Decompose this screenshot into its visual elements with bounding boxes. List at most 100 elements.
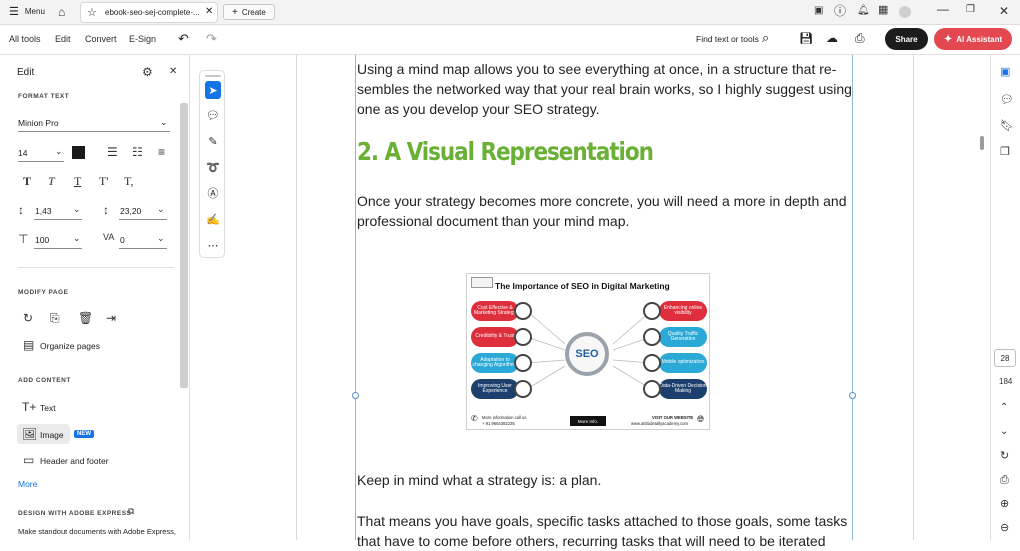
bold-icon[interactable]: T (23, 175, 31, 187)
pages-icon[interactable]: ❐ (1000, 147, 1010, 158)
line-spacing-value[interactable]: 1,43 (35, 206, 52, 216)
ai-assistant-button[interactable]: ✦ AI Assistant (934, 28, 1012, 50)
zoom-in-icon[interactable]: ⊕ (1000, 499, 1009, 510)
chevron-down-icon[interactable]: ⌄ (73, 234, 81, 243)
close-icon[interactable]: ✕ (169, 67, 177, 77)
page-export-icon[interactable]: ⎙ (1000, 475, 1009, 486)
edit-panel-icon[interactable]: ▣ (1000, 67, 1010, 78)
document-tab[interactable]: ☆ ebook-seo-sej-complete-... ✕ (80, 2, 218, 23)
header-footer-item[interactable]: Header and footer (40, 456, 109, 466)
refresh-icon[interactable]: ↻ (1000, 451, 1009, 462)
close-tab-icon[interactable]: ✕ (205, 6, 213, 17)
icon-circle (643, 354, 661, 372)
avatar[interactable] (899, 6, 911, 18)
comment-tool-icon[interactable]: 💬︎ (205, 107, 221, 123)
more-tools-icon[interactable]: ⋯ (205, 237, 221, 253)
create-button[interactable]: + Create (223, 4, 275, 20)
panel-scrollbar[interactable] (180, 103, 188, 388)
redo-icon[interactable]: ↷ (206, 31, 217, 47)
pen-tool-icon[interactable]: ✎ (205, 133, 221, 149)
external-link-icon[interactable]: ⧉ (128, 507, 134, 516)
star-icon[interactable]: ☆ (87, 6, 97, 19)
insert-page-icon[interactable]: ⎘ (50, 312, 60, 324)
new-badge: NEW (74, 430, 94, 438)
align-icon[interactable]: ≡ (158, 146, 165, 158)
section-heading[interactable]: 2. A Visual Representation (357, 137, 654, 166)
chevron-down-icon[interactable]: ⌄ (73, 205, 81, 214)
delete-icon[interactable]: 🗑︎ (78, 312, 93, 324)
apps-icon[interactable]: ▦ (878, 5, 888, 16)
undo-icon[interactable]: ↶ (178, 31, 189, 47)
footer-website-label: VISIT OUR WEBSITE (652, 415, 694, 420)
current-page-input[interactable]: 28 (994, 349, 1016, 367)
share-button[interactable]: Share (885, 28, 928, 50)
settings-icon[interactable]: ⚙ (142, 66, 153, 78)
next-page-icon[interactable]: ⌄ (1000, 427, 1008, 437)
restore-icon[interactable]: ❐ (966, 5, 975, 15)
share-label: Share (895, 34, 918, 44)
print-icon[interactable]: ⎙ (855, 31, 865, 46)
paragraph-strategy[interactable]: Once your strategy becomes more concrete… (357, 191, 857, 231)
rotate-icon[interactable]: ↻ (23, 312, 33, 324)
menu-button[interactable]: ☰ Menu (9, 5, 45, 18)
font-size-select[interactable]: 14 (18, 148, 27, 158)
globe-icon: 🌐︎ (697, 414, 705, 424)
sign-tool-icon[interactable]: ✍ (205, 211, 221, 227)
resize-handle-right[interactable] (849, 392, 856, 399)
text-box-tool-icon[interactable]: Ⓐ (205, 185, 221, 201)
header-footer-icon[interactable]: ▭ (23, 454, 34, 466)
subscript-icon[interactable]: T, (124, 175, 133, 187)
superscript-icon[interactable]: T' (99, 175, 109, 187)
underline-icon[interactable]: T (74, 175, 81, 187)
paragraph-goals[interactable]: That means you have goals, specific task… (357, 511, 857, 551)
tab-convert[interactable]: Convert (85, 34, 117, 44)
text-color-swatch[interactable] (72, 146, 85, 159)
chevron-down-icon[interactable]: ⌄ (55, 147, 63, 156)
paragraph-mind-map[interactable]: Using a mind map allows you to see every… (357, 59, 857, 119)
save-icon[interactable]: 💾︎ (799, 32, 813, 45)
document-scrollbar[interactable] (980, 136, 984, 150)
help-icon[interactable]: ⓘ (834, 5, 846, 17)
chevron-down-icon[interactable]: ⌄ (157, 234, 165, 243)
extract-page-icon[interactable]: ⇥ (106, 312, 116, 324)
main-toolbar: All tools Edit Convert E-Sign ↶ ↷ Find t… (0, 25, 1020, 55)
chevron-down-icon[interactable]: ⌄ (157, 205, 165, 214)
select-tool-icon[interactable]: ➤ (205, 81, 221, 99)
previous-page-icon[interactable]: ⌃ (1000, 403, 1008, 413)
notification-icon[interactable]: ▣ (814, 6, 823, 16)
horizontal-scale-value[interactable]: 100 (35, 235, 49, 245)
bookmark-icon[interactable]: 🔖︎ (1000, 121, 1014, 132)
zoom-out-icon[interactable]: ⊖ (1000, 523, 1009, 534)
paragraph-spacing-value[interactable]: 23,20 (120, 206, 141, 216)
resize-handle-left[interactable] (352, 392, 359, 399)
upload-cloud-icon[interactable]: ☁ (826, 31, 838, 45)
chevron-down-icon[interactable]: ⌄ (160, 118, 168, 127)
find-tools-label[interactable]: Find text or tools (696, 34, 759, 44)
minimize-icon[interactable]: — (937, 3, 949, 15)
organize-pages-link[interactable]: Organize pages (40, 341, 100, 351)
tab-esign[interactable]: E-Sign (129, 34, 156, 44)
create-label: Create (241, 7, 266, 17)
paragraph-plan[interactable]: Keep in mind what a strategy is: a plan. (357, 470, 857, 490)
italic-icon[interactable]: T (48, 175, 55, 187)
organize-pages-icon[interactable]: ▤ (23, 339, 34, 351)
more-link[interactable]: More (18, 479, 37, 489)
search-icon[interactable]: ⌕ (762, 30, 769, 46)
bell-icon[interactable]: 🔔︎ (857, 6, 870, 16)
icon-circle (514, 380, 532, 398)
seo-infographic-image[interactable]: The Importance of SEO in Digital Marketi… (466, 273, 710, 430)
character-spacing-value[interactable]: 0 (120, 235, 125, 245)
drag-handle[interactable] (205, 75, 221, 77)
add-text-item[interactable]: Text (40, 403, 56, 413)
horizontal-scale-icon: ⊤ (18, 232, 29, 246)
comments-icon[interactable]: 💬︎ (1000, 95, 1014, 106)
tab-edit[interactable]: Edit (55, 34, 71, 44)
numbered-list-icon[interactable]: ☷ (132, 146, 143, 158)
font-select[interactable]: Minion Pro (18, 118, 59, 128)
home-icon[interactable]: ⌂ (58, 6, 65, 18)
tab-all-tools[interactable]: All tools (9, 34, 41, 44)
add-text-icon[interactable]: T+ (22, 401, 36, 413)
lasso-tool-icon[interactable]: ➰ (205, 159, 221, 175)
close-window-icon[interactable]: ✕ (999, 5, 1009, 17)
bullet-list-icon[interactable]: ☰ (107, 146, 118, 158)
